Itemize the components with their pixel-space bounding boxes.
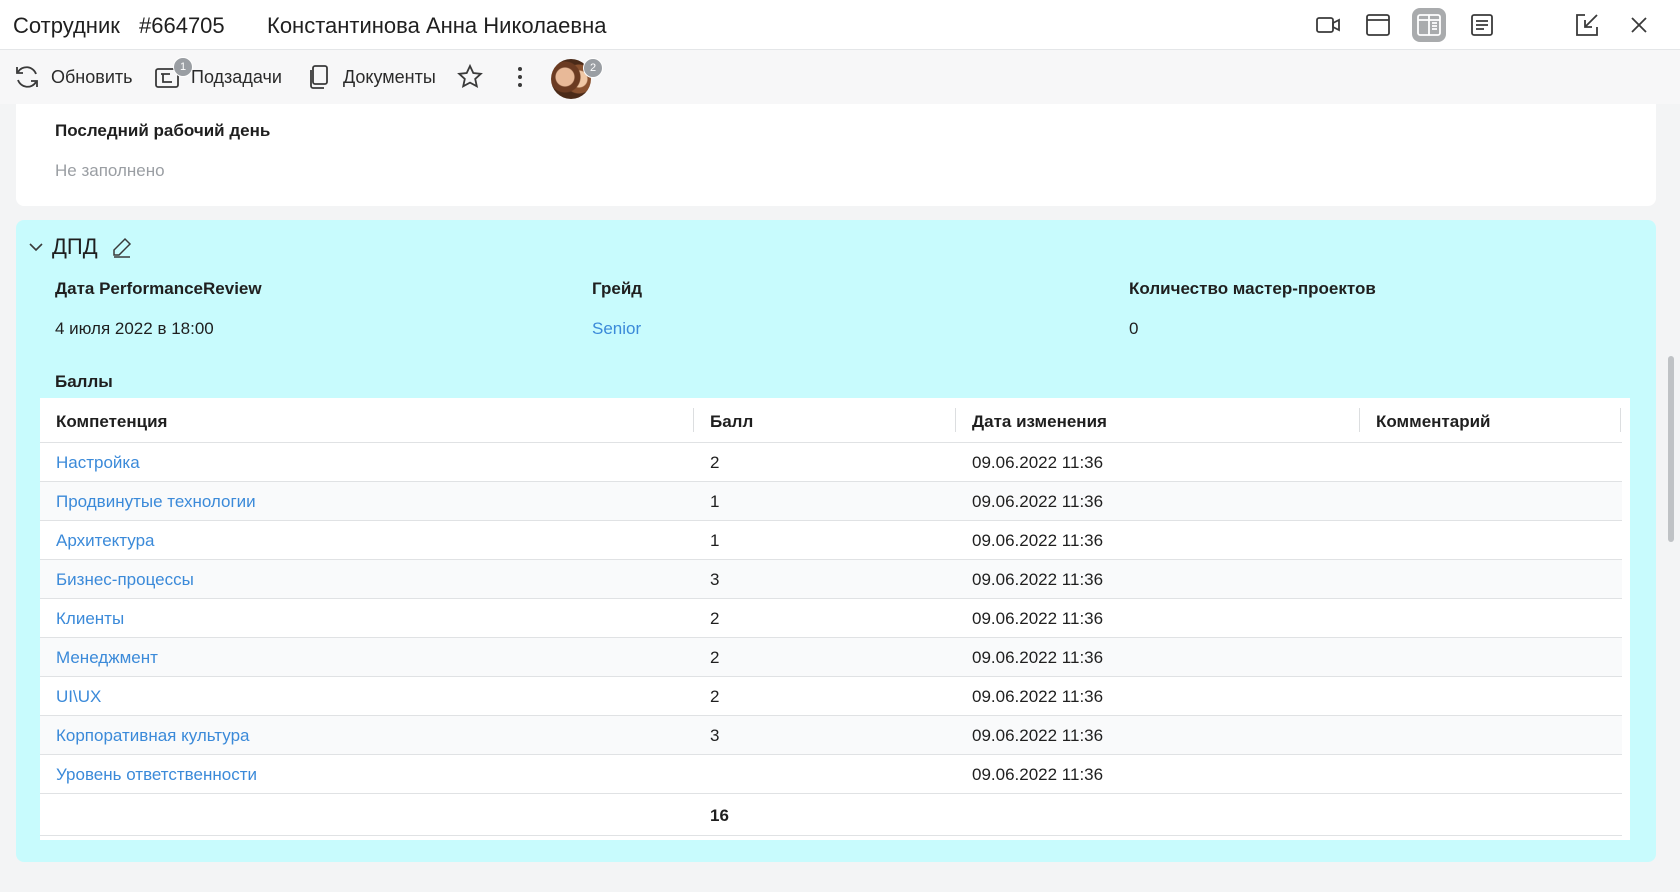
window-view-icon[interactable]: [1361, 8, 1395, 42]
toolbar: Обновить Подзадачи 1 Документы: [0, 50, 1680, 104]
participants-count-badge: 2: [583, 58, 603, 78]
score-cell: 2: [710, 687, 720, 706]
table-row[interactable]: Менеджмент 2 09.06.2022 11:36: [40, 638, 1622, 677]
column-divider[interactable]: [1359, 408, 1360, 432]
entity-type: Сотрудник: [13, 13, 120, 38]
date-cell: 09.06.2022 11:36: [972, 648, 1104, 667]
column-divider[interactable]: [955, 408, 956, 432]
review-date-value: 4 июля 2022 в 18:00: [55, 319, 214, 338]
scores-label: Баллы: [55, 372, 113, 391]
title-bar: Сотрудник #664705 Константинова Анна Ник…: [0, 0, 1680, 50]
document-view-icon[interactable]: [1465, 8, 1499, 42]
entity-name: Константинова Анна Николаевна: [267, 13, 607, 38]
competency-link[interactable]: UI\UX: [56, 687, 101, 707]
date-cell: 09.06.2022 11:36: [972, 570, 1104, 589]
video-icon[interactable]: [1311, 8, 1345, 42]
competency-link[interactable]: Продвинутые технологии: [56, 492, 256, 512]
edit-pencil-icon[interactable]: [111, 236, 133, 258]
scrollbar[interactable]: [1668, 356, 1674, 542]
competency-link[interactable]: Архитектура: [56, 531, 154, 551]
grade-label: Грейд: [592, 279, 643, 298]
table-footer-total: 16: [40, 794, 1622, 836]
table-row[interactable]: Продвинутые технологии 1 09.06.2022 11:3…: [40, 482, 1622, 521]
date-cell: 09.06.2022 11:36: [972, 453, 1104, 472]
refresh-label: Обновить: [51, 66, 133, 87]
column-header-comment[interactable]: Комментарий: [1376, 412, 1490, 432]
master-projects-label: Количество мастер-проектов: [1129, 279, 1376, 298]
scores-table: Компетенция Балл Дата изменения Коммента…: [40, 398, 1630, 840]
minimize-icon[interactable]: [1570, 8, 1604, 42]
split-view-icon[interactable]: [1412, 8, 1446, 42]
column-divider[interactable]: [693, 408, 694, 432]
table-header: Компетенция Балл Дата изменения Коммента…: [40, 398, 1622, 443]
score-cell: 1: [710, 531, 720, 550]
column-divider[interactable]: [1620, 408, 1621, 432]
refresh-button[interactable]: Обновить: [13, 50, 133, 104]
table-row[interactable]: Клиенты 2 09.06.2022 11:36: [40, 599, 1622, 638]
more-vertical-icon: [518, 67, 522, 87]
master-projects-value: 0: [1129, 319, 1139, 338]
table-row[interactable]: Бизнес-процессы 3 09.06.2022 11:36: [40, 560, 1622, 599]
table-row[interactable]: Уровень ответственности 09.06.2022 11:36: [40, 755, 1622, 794]
bottom-strip: [0, 862, 1680, 892]
subtasks-button[interactable]: Подзадачи 1: [153, 50, 282, 104]
subtasks-count-badge: 1: [173, 57, 193, 77]
score-cell: 1: [710, 492, 720, 511]
score-cell: 2: [710, 609, 720, 628]
table-row[interactable]: Архитектура 1 09.06.2022 11:36: [40, 521, 1622, 560]
favorite-button[interactable]: [456, 50, 494, 104]
score-cell: 2: [710, 453, 720, 472]
last-day-value: Не заполнено: [55, 161, 165, 180]
competency-link[interactable]: Менеджмент: [56, 648, 158, 668]
competency-link[interactable]: Уровень ответственности: [56, 765, 257, 785]
refresh-icon: [16, 66, 38, 88]
date-cell: 09.06.2022 11:36: [972, 609, 1104, 628]
score-total: 16: [710, 806, 729, 825]
section-title: ДПД: [52, 234, 98, 259]
documents-button[interactable]: Документы: [305, 50, 436, 104]
table-row[interactable]: UI\UX 2 09.06.2022 11:36: [40, 677, 1622, 716]
date-cell: 09.06.2022 11:36: [972, 531, 1104, 550]
score-cell: 3: [710, 570, 720, 589]
table-row[interactable]: Настройка 2 09.06.2022 11:36: [40, 443, 1622, 482]
score-cell: 2: [710, 648, 720, 667]
score-cell: 3: [710, 726, 720, 745]
documents-label: Документы: [343, 66, 436, 87]
column-header-score[interactable]: Балл: [710, 412, 753, 432]
column-header-date[interactable]: Дата изменения: [972, 412, 1107, 432]
date-cell: 09.06.2022 11:36: [972, 492, 1104, 511]
dpd-section: ДПД Дата PerformanceReview 4 июля 2022 в…: [16, 220, 1656, 862]
competency-link[interactable]: Бизнес-процессы: [56, 570, 194, 590]
close-icon[interactable]: [1622, 8, 1656, 42]
subtasks-label: Подзадачи: [191, 66, 282, 87]
last-day-label: Последний рабочий день: [55, 121, 271, 140]
documents-icon: [310, 65, 328, 89]
entity-id: #664705: [139, 13, 225, 38]
more-menu-button[interactable]: [506, 50, 544, 104]
grade-link[interactable]: Senior: [592, 319, 641, 339]
column-header-competency[interactable]: Компетенция: [56, 412, 167, 432]
date-cell: 09.06.2022 11:36: [972, 726, 1104, 745]
competency-link[interactable]: Клиенты: [56, 609, 124, 629]
star-icon: [457, 63, 483, 89]
date-cell: 09.06.2022 11:36: [972, 765, 1104, 784]
chevron-down-icon[interactable]: [28, 239, 44, 255]
employment-card: Последний рабочий день Не заполнено: [16, 104, 1656, 206]
competency-link[interactable]: Корпоративная культура: [56, 726, 250, 746]
review-date-label: Дата PerformanceReview: [55, 279, 262, 298]
date-cell: 09.06.2022 11:36: [972, 687, 1104, 706]
competency-link[interactable]: Настройка: [56, 453, 140, 473]
table-row[interactable]: Корпоративная культура 3 09.06.2022 11:3…: [40, 716, 1622, 755]
